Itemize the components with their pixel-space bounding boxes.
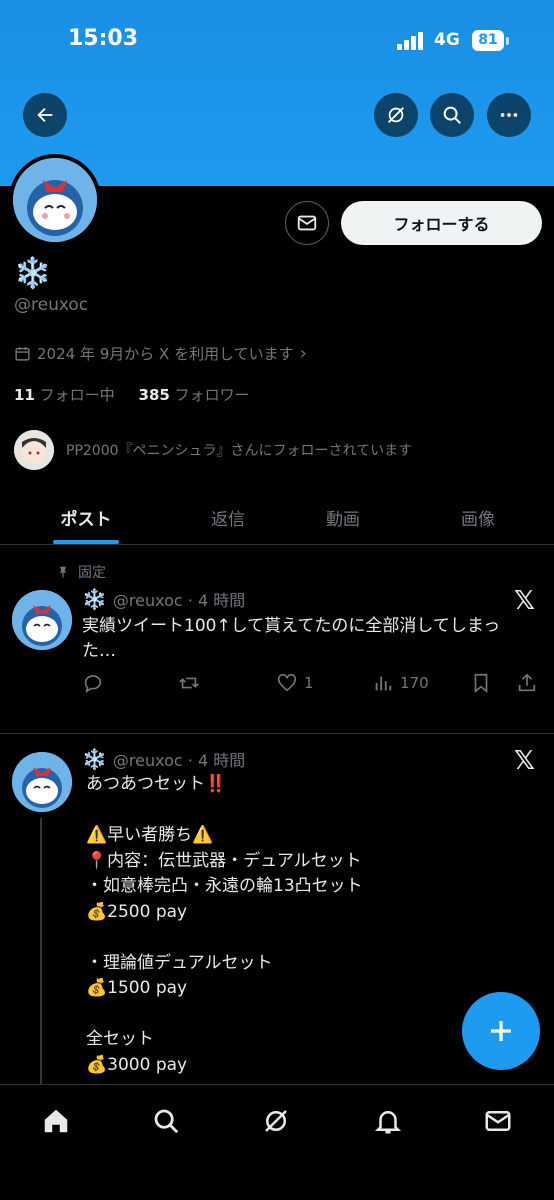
nav-grok[interactable]	[256, 1101, 296, 1141]
profile-avatar[interactable]	[9, 154, 101, 246]
post-avatar[interactable]	[12, 590, 72, 650]
profile-handle: @reuxoc	[14, 295, 89, 315]
share-button[interactable]	[516, 672, 538, 694]
search-button[interactable]	[430, 93, 474, 137]
post-meta: @reuxoc · 4 時間	[112, 751, 246, 770]
pinned-text: 固定	[78, 565, 106, 581]
post-actions: 1 170	[82, 672, 542, 698]
post-text-line: 実績ツイート100↑して貰えてたのに全部消してしまっ	[82, 616, 501, 636]
following-count: 11	[14, 386, 35, 404]
nav-notifications[interactable]	[368, 1101, 408, 1141]
battery-icon: 81	[472, 30, 504, 51]
pinned-label: 固定	[56, 562, 106, 582]
followed-by-text: PP2000『ペニンシュラ』さんにフォローされています	[66, 443, 413, 459]
post-header: ❄️ @reuxoc · 4 時間	[82, 587, 245, 611]
bookmark-icon	[474, 673, 488, 694]
tab-videos[interactable]: 動画	[284, 490, 402, 545]
follower-avatar-icon	[14, 430, 54, 470]
nav-home[interactable]	[36, 1101, 76, 1141]
joined-label: 2024 年 9月から X を利用しています	[37, 345, 294, 363]
followers-label: フォロワー	[174, 386, 250, 404]
grok-icon	[388, 107, 404, 123]
follow-counts: 11 フォロー中 385 フォロワー	[14, 384, 250, 405]
message-button[interactable]	[285, 201, 329, 245]
post-header: ❄️ @reuxoc · 4 時間	[82, 747, 245, 771]
arrow-left-icon	[37, 107, 53, 123]
share-icon	[518, 673, 536, 692]
reply-icon	[84, 675, 102, 693]
post-divider	[0, 733, 554, 734]
nav-search[interactable]	[146, 1101, 186, 1141]
views-count: 170	[400, 674, 429, 692]
post-avatar[interactable]	[12, 752, 72, 812]
follower-avatar	[14, 430, 54, 470]
battery-tip	[506, 37, 509, 45]
pin-icon	[59, 566, 67, 578]
views-button[interactable]: 170	[372, 672, 429, 694]
status-time: 15:03	[68, 26, 139, 51]
nav-messages[interactable]	[478, 1101, 518, 1141]
search-icon	[154, 1109, 179, 1134]
repost-button[interactable]	[178, 672, 200, 694]
calendar-icon	[15, 347, 30, 361]
tab-replies[interactable]: 返信	[172, 490, 284, 545]
joined-date[interactable]: 2024 年 9月から X を利用しています ›	[14, 343, 307, 364]
post-text[interactable]: 実績ツイート100↑して貰えてたのに全部消してしまっ た…	[82, 614, 500, 664]
compose-button[interactable]	[462, 992, 540, 1070]
chevron-right-icon: ›	[299, 343, 307, 364]
profile-tabs: ポスト 返信 動画 画像	[0, 490, 554, 545]
following-label: フォロー中	[39, 386, 115, 404]
plus-icon	[491, 1021, 511, 1041]
profile-display-name: ❄️	[14, 256, 52, 291]
post-body[interactable]: あつあつセット‼️ ⚠️早い者勝ち⚠️ 📍内容：伝世武器・デュアルセット ・如意…	[86, 772, 416, 1078]
grok-button[interactable]	[374, 93, 418, 137]
follow-button[interactable]: フォローする	[341, 201, 542, 245]
followers-link[interactable]: 385 フォロワー	[139, 386, 250, 404]
avatar-character-icon	[12, 590, 72, 650]
post-meta: @reuxoc · 4 時間	[112, 591, 246, 610]
status-bar: 15:03 4G 81	[0, 0, 554, 80]
reply-button[interactable]	[82, 672, 104, 694]
thread-line	[40, 818, 42, 1088]
more-icon	[500, 113, 518, 117]
notifications-icon	[374, 1111, 402, 1134]
following-link[interactable]: 11 フォロー中	[14, 386, 115, 404]
like-count: 1	[304, 674, 314, 692]
tab-images[interactable]: 画像	[402, 490, 554, 545]
home-icon	[44, 1109, 68, 1133]
grok-icon	[265, 1110, 287, 1132]
x-logo-icon: 𝕏	[514, 746, 535, 776]
search-icon	[443, 106, 461, 124]
envelope-icon	[297, 215, 317, 231]
messages-icon	[485, 1111, 511, 1131]
repost-icon	[179, 677, 199, 689]
post-text-line: た…	[82, 641, 116, 661]
views-icon	[375, 676, 392, 691]
avatar-character-icon	[12, 752, 72, 812]
network-label: 4G	[434, 30, 460, 50]
like-button[interactable]: 1	[276, 672, 314, 694]
tab-indicator	[53, 540, 119, 544]
post-author-name[interactable]: ❄️	[82, 747, 107, 771]
heart-icon	[277, 673, 297, 692]
more-button[interactable]	[487, 93, 531, 137]
bookmark-button[interactable]	[470, 672, 492, 694]
post-author-name[interactable]: ❄️	[82, 587, 107, 611]
x-logo-icon: 𝕏	[514, 586, 535, 616]
signal-icon	[397, 32, 427, 50]
back-button[interactable]	[23, 93, 67, 137]
followed-by-row[interactable]: PP2000『ペニンシュラ』さんにフォローされています	[14, 430, 412, 470]
followers-count: 385	[138, 386, 170, 404]
bottom-nav	[0, 1084, 554, 1200]
avatar-character-icon	[13, 158, 97, 242]
tab-posts[interactable]: ポスト	[0, 490, 172, 545]
